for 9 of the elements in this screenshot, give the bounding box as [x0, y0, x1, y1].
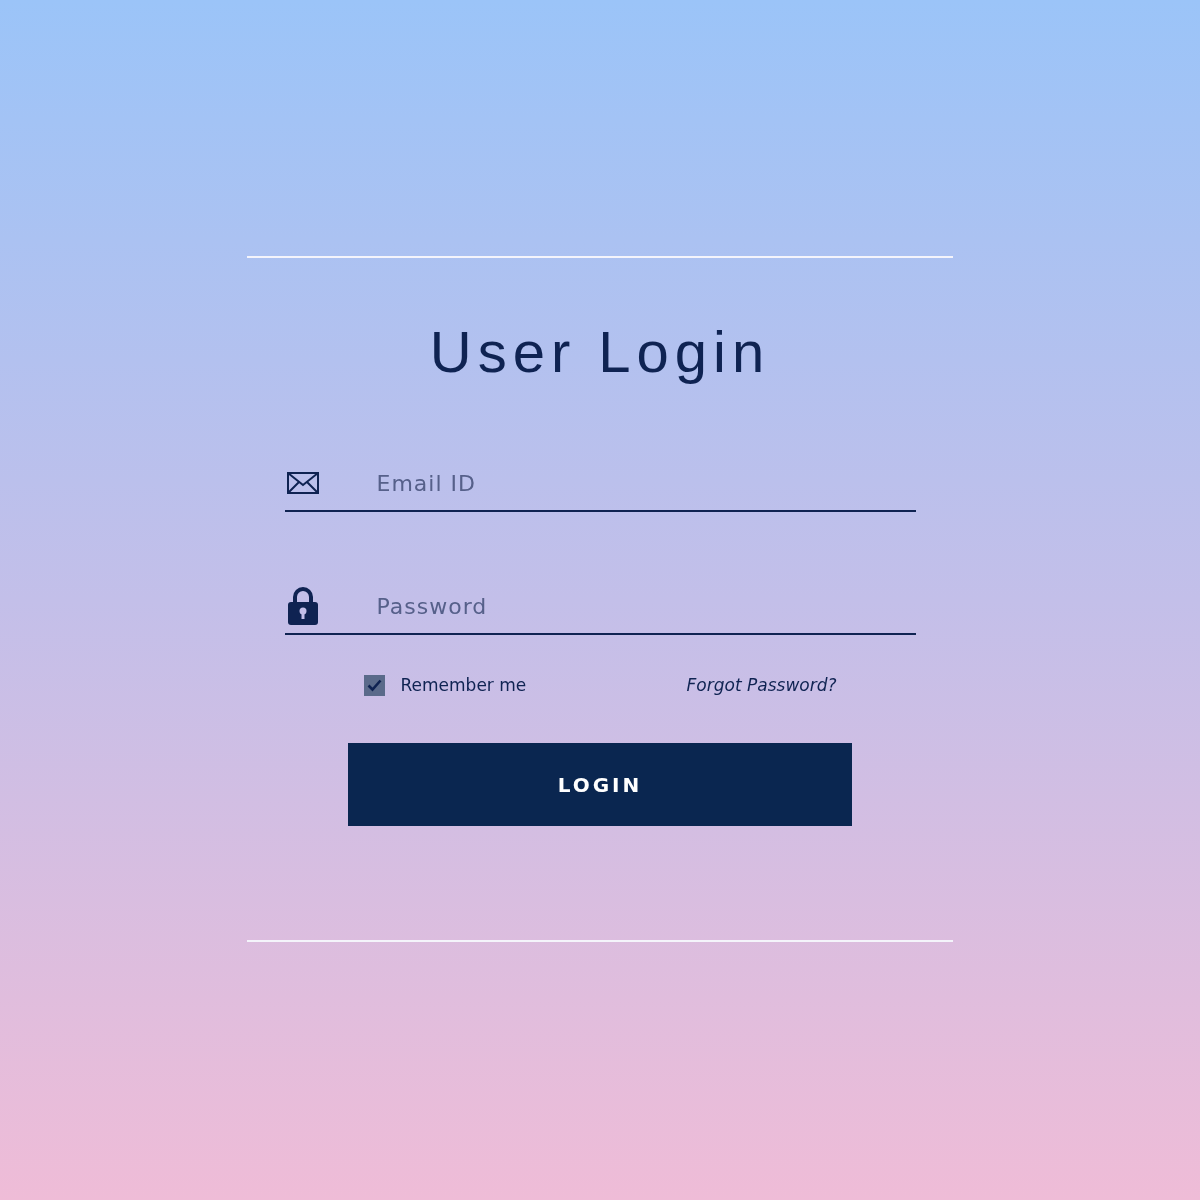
lock-icon — [286, 587, 319, 625]
login-button[interactable]: LOGIN — [348, 743, 852, 826]
forgot-password-link[interactable]: Forgot Password? — [686, 675, 837, 695]
password-field[interactable]: Password — [376, 579, 916, 633]
envelope-icon — [286, 472, 319, 494]
login-title: User Login — [429, 318, 771, 386]
remember-label: Remember me — [400, 675, 527, 695]
remember-checkbox[interactable] — [363, 674, 385, 696]
email-field[interactable]: Email ID — [376, 456, 916, 510]
